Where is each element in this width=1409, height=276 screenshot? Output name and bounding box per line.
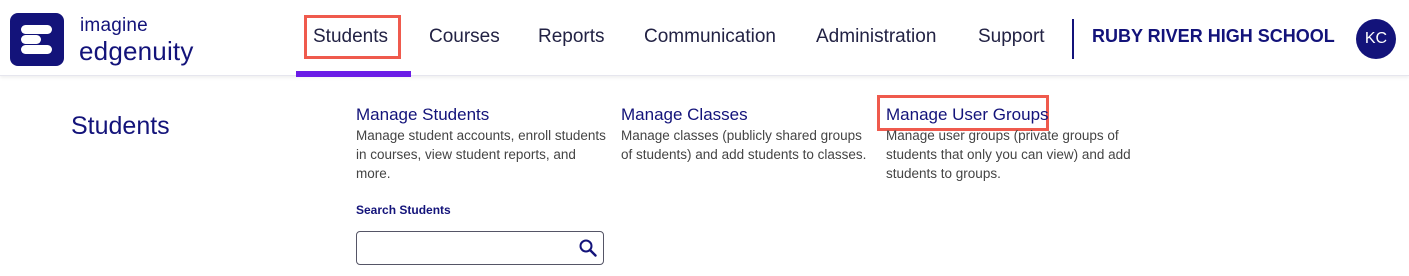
nav-tab-courses[interactable]: Courses <box>429 26 500 48</box>
nav-tab-reports[interactable]: Reports <box>538 26 605 48</box>
top-navigation-bar: imagine edgenuity Students Courses Repor… <box>0 0 1409 77</box>
panel-title: Students <box>71 112 170 140</box>
manage-user-groups-description: Manage user groups (private groups of st… <box>886 128 1131 181</box>
search-students-box[interactable] <box>356 231 604 265</box>
user-avatar[interactable]: KC <box>1356 19 1396 59</box>
search-students-label: Search Students <box>356 203 451 217</box>
nav-tab-communication[interactable]: Communication <box>644 26 776 48</box>
school-name[interactable]: RUBY RIVER HIGH SCHOOL <box>1092 26 1335 47</box>
edgenuity-logo-icon[interactable] <box>10 13 64 66</box>
logo-text-imagine: imagine <box>80 15 148 36</box>
manage-classes-description: Manage classes (publicly shared groups o… <box>621 128 867 162</box>
nav-tab-administration[interactable]: Administration <box>816 26 936 48</box>
manage-user-groups-link[interactable]: Manage User Groups <box>886 105 1049 125</box>
nav-tab-students[interactable]: Students <box>313 26 388 48</box>
nav-tab-support[interactable]: Support <box>978 26 1045 48</box>
manage-students-description: Manage student accounts, enroll students… <box>356 128 606 181</box>
manage-classes-link[interactable]: Manage Classes <box>621 105 748 125</box>
manage-students-link[interactable]: Manage Students <box>356 105 489 125</box>
search-students-input[interactable] <box>363 236 568 260</box>
active-tab-indicator <box>296 71 411 77</box>
search-icon[interactable] <box>578 238 598 258</box>
logo-text-edgenuity: edgenuity <box>79 36 194 66</box>
nav-divider <box>1072 19 1074 59</box>
